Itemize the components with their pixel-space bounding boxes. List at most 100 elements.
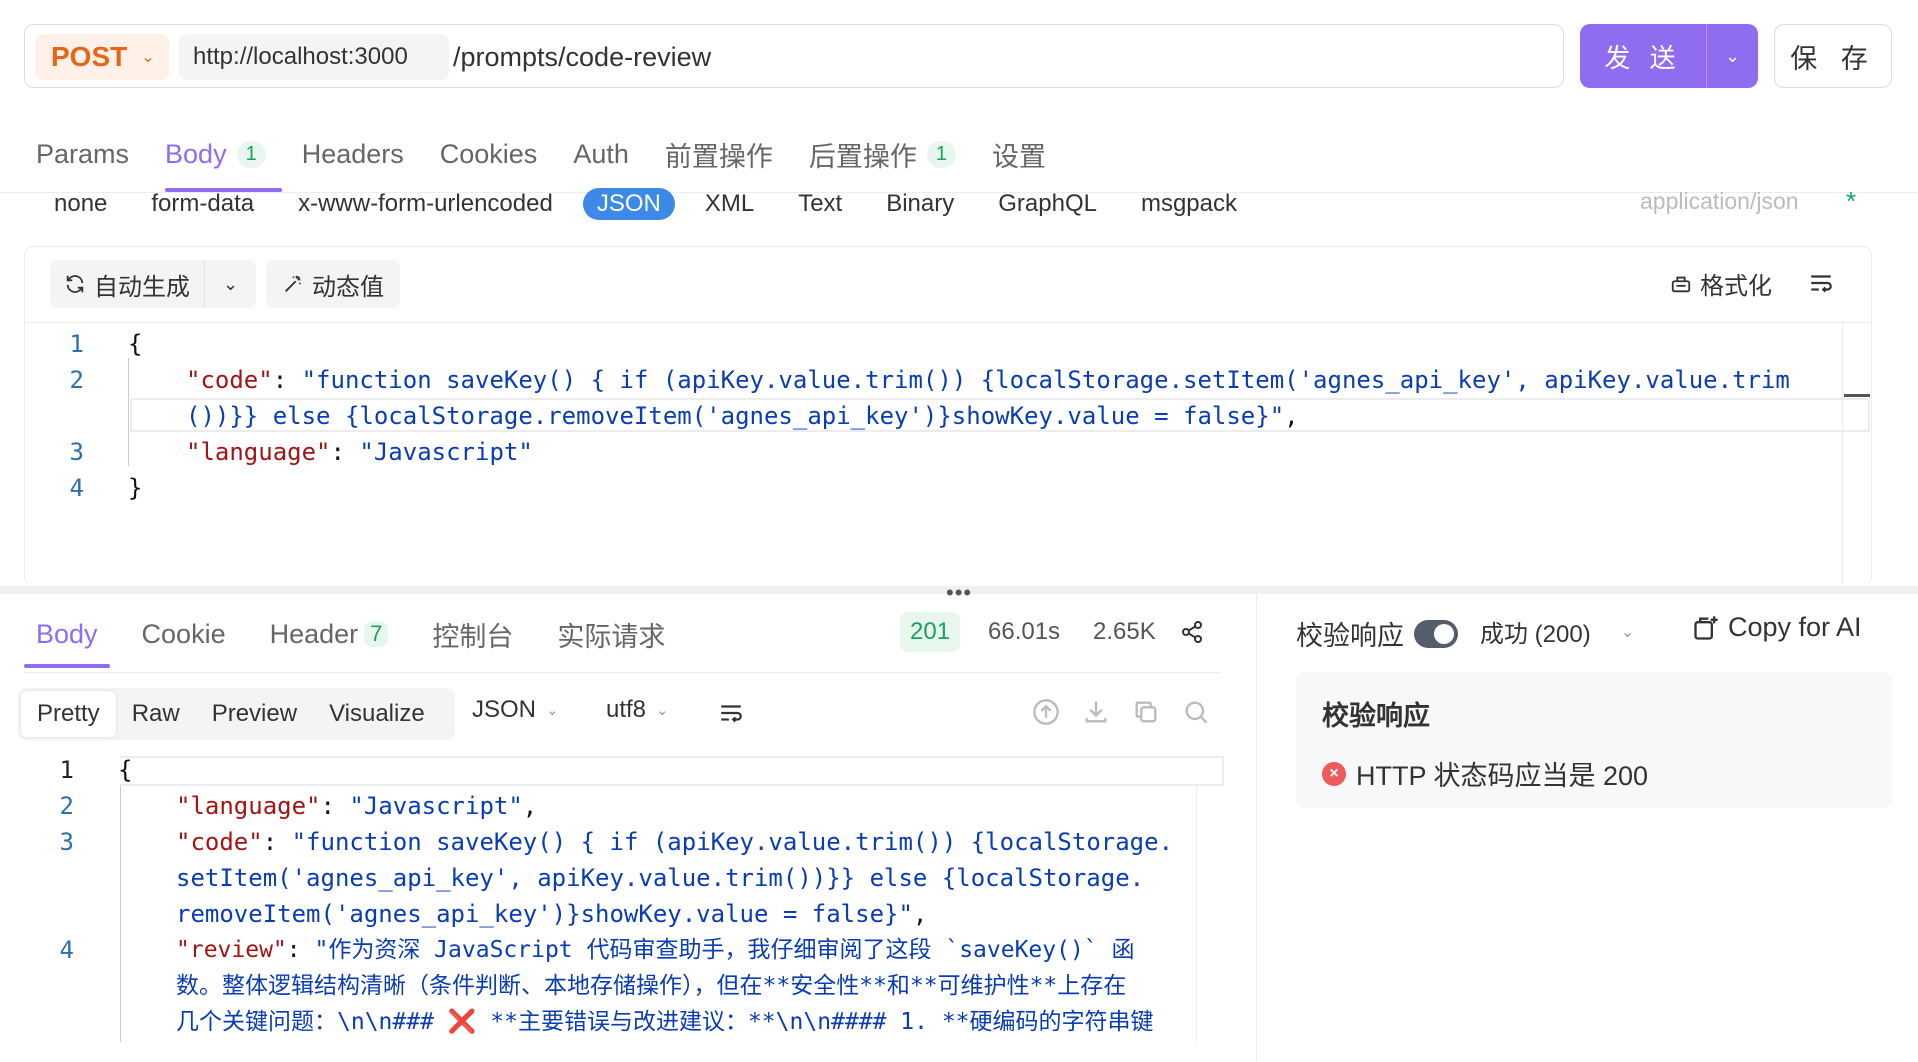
- code-line[interactable]: "code": "function saveKey() { if (apiKey…: [176, 824, 1173, 860]
- send-label: 发 送: [1604, 42, 1682, 73]
- code-line-wrapped[interactable]: 数。整体逻辑结构清晰（条件判断、本地存储操作），但在**安全性**和**可维护性…: [176, 968, 1126, 1004]
- line-number: 3: [69, 438, 84, 466]
- view-visualize[interactable]: Visualize: [313, 691, 441, 737]
- format-button[interactable]: 格式化: [1670, 266, 1772, 301]
- line-number: 1: [69, 330, 84, 358]
- body-type-none[interactable]: none: [54, 190, 107, 218]
- download-icon[interactable]: [1082, 698, 1110, 726]
- tab-body[interactable]: Body 1: [165, 130, 282, 192]
- resp-tab-cookie[interactable]: Cookie: [142, 619, 226, 650]
- tab-post-actions[interactable]: 后置操作 1: [809, 130, 956, 178]
- format-select[interactable]: JSON ⌄: [472, 696, 559, 724]
- response-actions: [1032, 698, 1210, 726]
- copy-for-ai-button[interactable]: Copy for AI: [1692, 612, 1862, 643]
- method-select[interactable]: POST ⌄: [35, 34, 169, 80]
- body-type-xml[interactable]: XML: [705, 190, 754, 218]
- tab-pre-actions[interactable]: 前置操作: [665, 130, 773, 178]
- chevron-down-icon: ⌄: [141, 49, 155, 66]
- body-type-binary[interactable]: Binary: [886, 190, 954, 218]
- resp-tab-header[interactable]: Header 7: [270, 619, 389, 650]
- verify-card-title: 校验响应: [1322, 701, 1430, 731]
- code-line-wrapped[interactable]: 几个关键问题：\n\n### ❌ **主要错误与改进建议：**\n\n#### …: [176, 1004, 1154, 1040]
- line-number: 3: [59, 828, 74, 856]
- editor-scrollbar[interactable]: [1844, 394, 1870, 397]
- body-type-urlencoded[interactable]: x-www-form-urlencoded: [298, 190, 553, 218]
- code-line-wrapped[interactable]: removeItem('agnes_api_key')}showKey.valu…: [176, 896, 927, 932]
- body-type-msgpack[interactable]: msgpack: [1141, 190, 1237, 218]
- body-type-json[interactable]: JSON: [582, 188, 675, 220]
- copy-icon[interactable]: [1132, 698, 1160, 726]
- tab-settings[interactable]: 设置: [992, 130, 1046, 178]
- body-type-graphql[interactable]: GraphQL: [998, 190, 1097, 218]
- encoding-select[interactable]: utf8 ⌄: [606, 696, 669, 724]
- body-type-form-data[interactable]: form-data: [151, 190, 254, 218]
- format-label: 格式化: [1700, 273, 1772, 300]
- verify-response-toggle[interactable]: 校验响应: [1296, 614, 1458, 653]
- code-line-wrapped[interactable]: ())}} else {localStorage.removeItem('agn…: [186, 398, 1299, 434]
- view-preview[interactable]: Preview: [196, 691, 313, 737]
- base-url[interactable]: http://localhost:3000: [179, 34, 449, 80]
- tab-params[interactable]: Params: [36, 130, 129, 178]
- content-type-label: application/json: [1640, 188, 1799, 214]
- code-line[interactable]: "code": "function saveKey() { if (apiKey…: [186, 362, 1790, 398]
- magic-wand-icon: [285, 275, 301, 292]
- line-number: 4: [69, 474, 84, 502]
- wrap-lines-icon[interactable]: [1808, 270, 1834, 301]
- body-type-options: none form-data x-www-form-urlencoded JSO…: [54, 186, 1237, 222]
- response-tabs: Body Cookie Header 7 控制台 实际请求: [24, 612, 665, 668]
- view-raw[interactable]: Raw: [116, 691, 196, 737]
- body-count-badge: 1: [236, 140, 266, 168]
- code-line[interactable]: }: [128, 470, 142, 506]
- resp-tab-actual-request[interactable]: 实际请求: [557, 615, 665, 654]
- assertion-text: HTTP 状态码应当是 200: [1356, 761, 1649, 791]
- code-line[interactable]: {: [118, 752, 132, 788]
- line-number: 2: [69, 366, 84, 394]
- dynamic-value-label: 动态值: [312, 273, 384, 301]
- chevron-down-icon: ⌄: [1620, 623, 1635, 641]
- code-line-wrapped[interactable]: setItem('agnes_api_key', apiKey.value.tr…: [176, 860, 1144, 896]
- save-button[interactable]: 保 存: [1774, 24, 1892, 88]
- line-number: 1: [59, 756, 74, 784]
- toggle-switch[interactable]: [1414, 619, 1458, 648]
- verify-label: 校验响应: [1296, 621, 1404, 651]
- code-line[interactable]: "language": "Javascript",: [176, 788, 537, 824]
- search-icon[interactable]: [1182, 698, 1210, 726]
- chevron-down-icon: ⌄: [656, 702, 669, 719]
- code-line[interactable]: "review": "作为资深 JavaScript 代码审查助手，我仔细审阅了…: [176, 932, 1135, 968]
- resp-tab-body[interactable]: Body: [24, 619, 110, 668]
- send-dropdown-icon[interactable]: ⌄: [1707, 46, 1758, 67]
- auto-generate-label: 自动生成: [94, 273, 190, 301]
- post-actions-badge: 1: [926, 140, 956, 168]
- format-icon: [1671, 276, 1691, 292]
- view-pretty[interactable]: Pretty: [21, 691, 116, 737]
- error-icon: ×: [1322, 761, 1346, 786]
- response-size: 2.65K: [1093, 618, 1156, 645]
- resp-tab-console[interactable]: 控制台: [432, 615, 513, 654]
- share-icon[interactable]: [1180, 620, 1204, 649]
- url-path-input[interactable]: /prompts/code-review: [453, 34, 711, 80]
- line-number: 4: [59, 936, 74, 964]
- chevron-down-icon: ⌄: [546, 702, 559, 719]
- cross-mark-icon: ❌: [447, 1009, 477, 1035]
- copy-ai-icon: [1694, 615, 1718, 640]
- dynamic-value-button[interactable]: 动态值: [266, 260, 400, 308]
- send-button[interactable]: 发 送 ⌄: [1580, 24, 1758, 88]
- url-bar: POST ⌄ http://localhost:3000 /prompts/co…: [24, 24, 1564, 88]
- code-line[interactable]: "language": "Javascript": [186, 434, 533, 470]
- header-count-badge: 7: [364, 621, 389, 647]
- drag-handle-icon[interactable]: •••: [946, 580, 972, 606]
- response-time: 66.01s: [988, 618, 1061, 645]
- code-line[interactable]: {: [128, 326, 142, 362]
- auto-generate-button[interactable]: 自动生成 ⌄: [50, 260, 256, 308]
- tab-cookies[interactable]: Cookies: [440, 130, 538, 178]
- wrap-lines-icon[interactable]: [718, 700, 744, 731]
- body-type-text[interactable]: Text: [798, 190, 842, 218]
- request-tabs: Params Body 1 Headers Cookies Auth 前置操作 后…: [36, 130, 1046, 192]
- method-label: POST: [51, 41, 128, 72]
- tab-auth[interactable]: Auth: [573, 130, 629, 178]
- upload-icon[interactable]: [1032, 698, 1060, 726]
- verify-result-select[interactable]: 成功 (200) ⌄: [1480, 614, 1634, 649]
- chevron-down-icon[interactable]: ⌄: [205, 274, 256, 295]
- required-marker: *: [1846, 186, 1857, 216]
- tab-headers[interactable]: Headers: [302, 130, 404, 178]
